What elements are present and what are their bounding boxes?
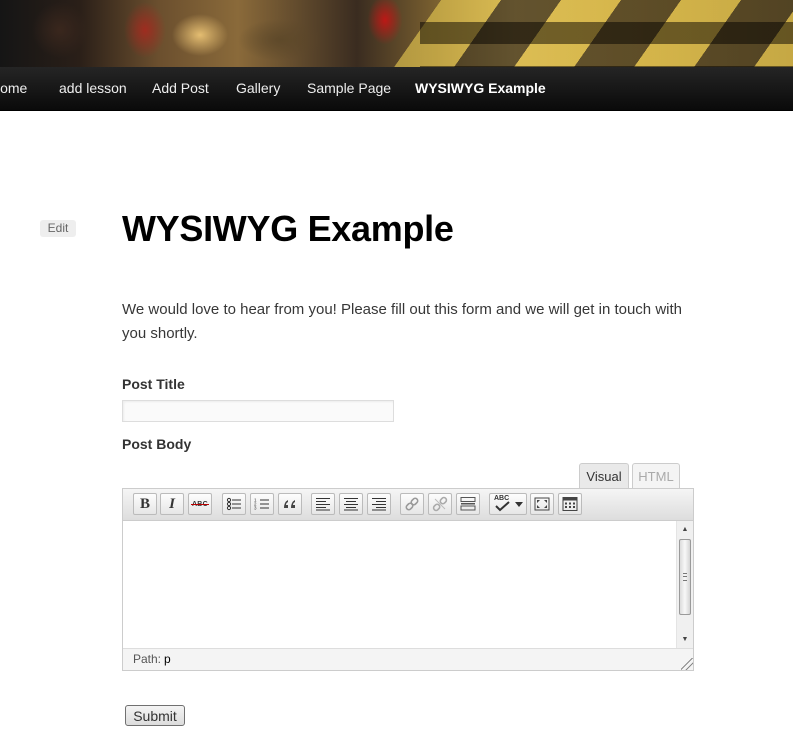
kitchen-sink-button[interactable]: [558, 493, 582, 515]
header-image: [0, 0, 793, 67]
spellcheck-icon: ABC: [493, 495, 513, 513]
align-left-button[interactable]: [311, 493, 335, 515]
editor-status-bar: Path: p: [123, 648, 693, 670]
strikethrough-icon: ABC: [190, 501, 210, 508]
path-label: Path:: [133, 652, 162, 666]
scroll-down-arrow-icon[interactable]: ▼: [677, 633, 693, 647]
nav-item-sample-page[interactable]: Sample Page: [307, 67, 391, 110]
intro-text: We would love to hear from you! Please f…: [122, 301, 682, 342]
numbered-list-button[interactable]: 1 2 3: [250, 493, 274, 515]
nav-item-add-lesson[interactable]: add lesson: [59, 67, 127, 110]
kitchen-sink-icon: [562, 497, 578, 511]
align-right-icon: [372, 498, 386, 511]
editor-content-area[interactable]: [123, 521, 693, 648]
align-left-icon: [316, 498, 330, 511]
align-center-button[interactable]: [339, 493, 363, 515]
nav-item-home[interactable]: Home: [0, 67, 27, 110]
edit-page-link[interactable]: Edit: [40, 220, 76, 237]
tab-visual[interactable]: Visual: [579, 463, 629, 489]
insert-more-tag-button[interactable]: [456, 493, 480, 515]
align-center-icon: [344, 498, 358, 511]
bulleted-list-button[interactable]: [222, 493, 246, 515]
scroll-up-arrow-icon[interactable]: ▲: [677, 523, 693, 537]
main-nav: Home add lesson Add Post Gallery Sample …: [0, 67, 793, 111]
nav-item-gallery[interactable]: Gallery: [236, 67, 280, 110]
wysiwyg-editor: B I ABC 1 2: [122, 488, 694, 671]
path-element-p[interactable]: p: [164, 649, 171, 669]
spellcheck-button[interactable]: ABC: [489, 493, 527, 515]
nav-item-wysiwyg-example[interactable]: WYSIWYG Example: [415, 67, 546, 110]
bulleted-list-icon: [226, 497, 241, 511]
svg-text:3: 3: [254, 506, 257, 511]
unlink-button[interactable]: [428, 493, 452, 515]
align-right-button[interactable]: [367, 493, 391, 515]
resize-handle-icon[interactable]: [681, 658, 693, 670]
strikethrough-button[interactable]: ABC: [188, 493, 212, 515]
insert-link-button[interactable]: [400, 493, 424, 515]
numbered-list-icon: 1 2 3: [254, 498, 269, 511]
italic-icon: I: [169, 495, 175, 512]
dropdown-arrow-icon: [515, 502, 523, 507]
post-title-input[interactable]: [122, 400, 394, 422]
more-tag-icon: [460, 497, 476, 511]
scroll-thumb[interactable]: [679, 539, 691, 615]
nav-item-add-post[interactable]: Add Post: [152, 67, 209, 110]
editor-scrollbar[interactable]: ▲ ▼: [676, 521, 693, 648]
bold-button[interactable]: B: [133, 493, 157, 515]
italic-button[interactable]: I: [160, 493, 184, 515]
submit-button[interactable]: Submit: [125, 705, 185, 726]
fullscreen-button[interactable]: [530, 493, 554, 515]
tab-html[interactable]: HTML: [632, 463, 680, 489]
fullscreen-icon: [534, 497, 550, 511]
post-title-label: Post Title: [122, 376, 185, 392]
blockquote-icon: [284, 500, 295, 508]
post-body-label: Post Body: [122, 436, 192, 452]
editor-toolbar: B I ABC 1 2: [123, 489, 693, 521]
bold-icon: B: [139, 495, 150, 512]
unlink-icon: [432, 496, 448, 512]
page-title: WYSIWYG Example: [122, 208, 454, 249]
insert-link-icon: [405, 497, 419, 511]
blockquote-button[interactable]: [278, 493, 302, 515]
